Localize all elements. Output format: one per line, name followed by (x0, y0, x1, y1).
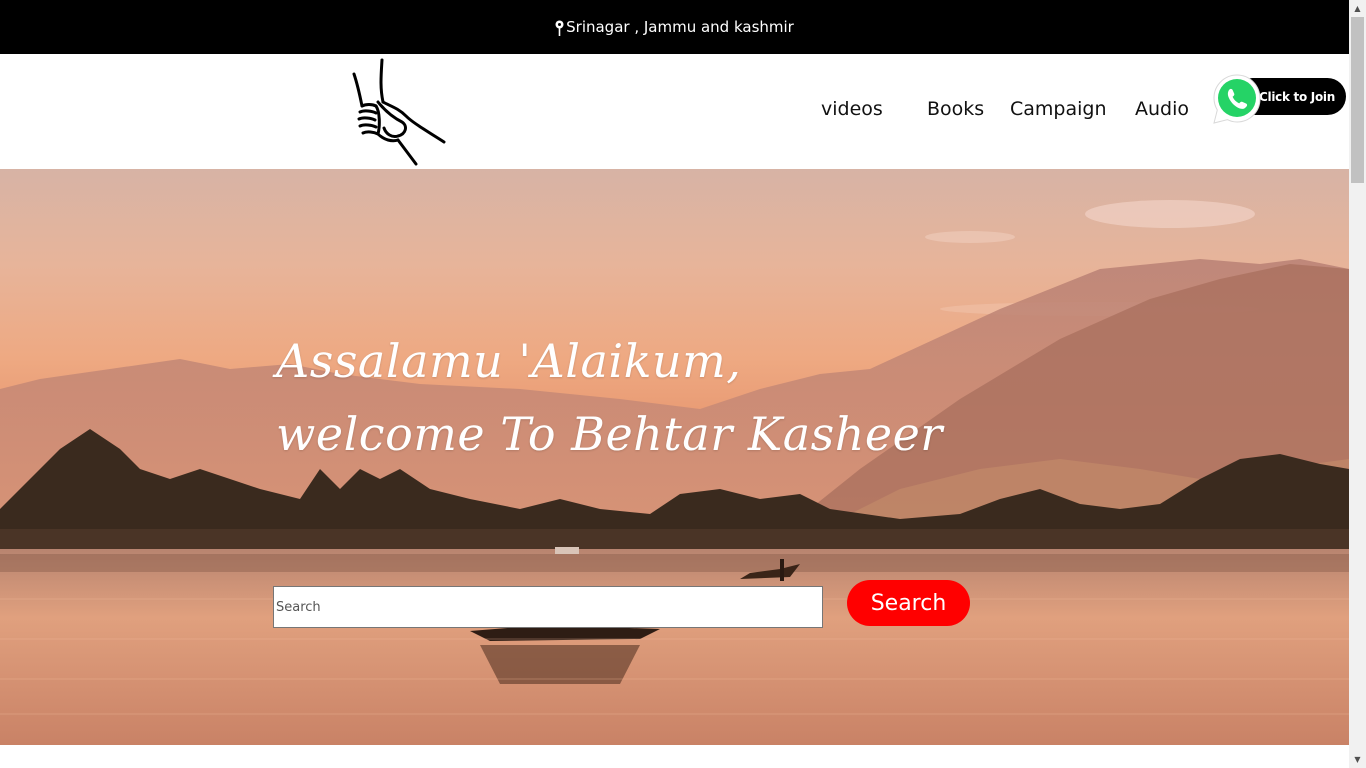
site-header: videos Books Campaign Audio Click to Joi… (0, 54, 1349, 169)
helping-hands-logo[interactable] (350, 56, 450, 168)
location-bar: Srinagar , Jammu and kashmir (0, 0, 1349, 54)
hero-banner: Assalamu 'Alaikum, welcome To Behtar Kas… (0, 169, 1349, 745)
search-button[interactable]: Search (847, 580, 970, 626)
nav-campaign[interactable]: Campaign (1010, 98, 1107, 120)
hero-greeting-line2: welcome To Behtar Kasheer (276, 407, 943, 461)
page-scrollbar[interactable]: ▲ ▼ (1349, 0, 1366, 768)
map-pin-icon (555, 20, 564, 36)
location-text: Srinagar , Jammu and kashmir (566, 18, 794, 36)
scroll-up-icon[interactable]: ▲ (1349, 0, 1366, 17)
page: Srinagar , Jammu and kashmir videos Book… (0, 0, 1366, 768)
nav-books[interactable]: Books (927, 98, 984, 120)
scrollbar-thumb[interactable] (1351, 17, 1364, 183)
nav-videos[interactable]: videos (821, 98, 883, 120)
whatsapp-icon (1212, 72, 1262, 126)
whatsapp-join-button[interactable]: Click to Join (1212, 72, 1348, 128)
nav-audio[interactable]: Audio (1135, 98, 1189, 120)
hero-greeting-line1: Assalamu 'Alaikum, (276, 334, 742, 388)
scroll-down-icon[interactable]: ▼ (1349, 751, 1366, 768)
search-input[interactable] (273, 586, 823, 628)
